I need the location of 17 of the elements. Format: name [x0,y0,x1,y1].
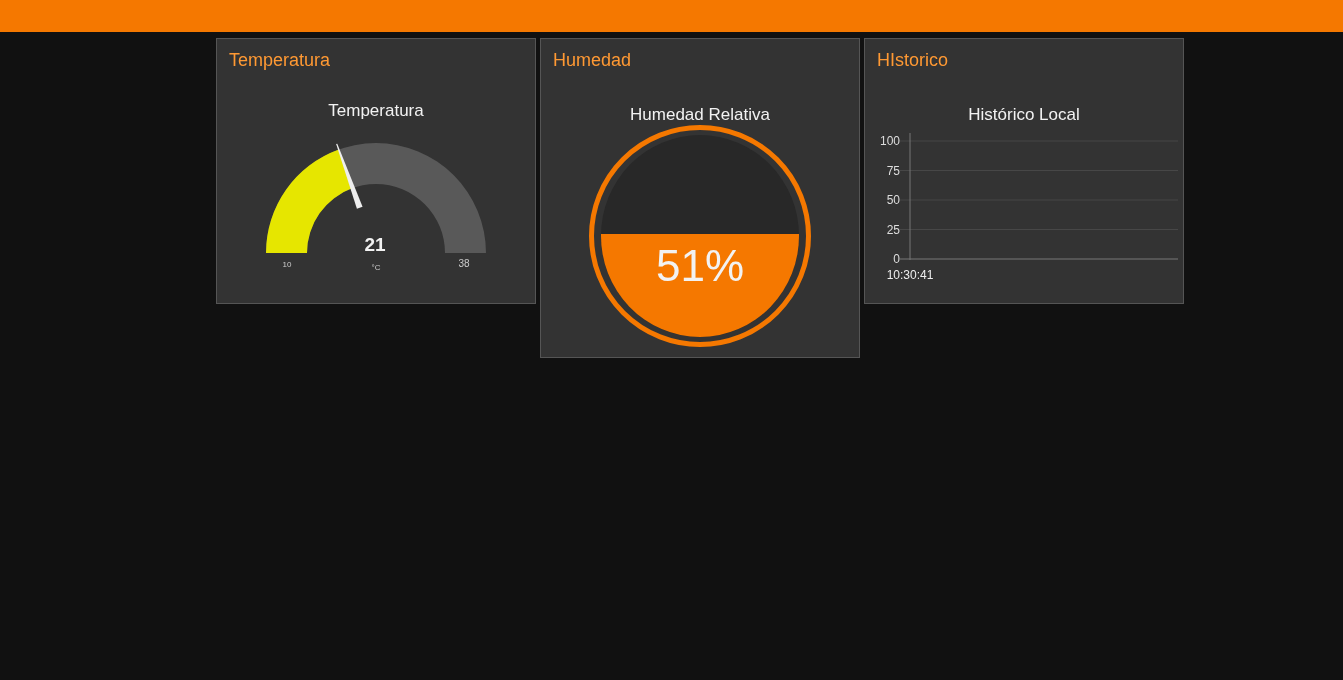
gauge-label: Humedad Relativa [630,105,770,124]
y-tick-label: 50 [886,193,900,207]
card-title: HIstorico [877,50,948,70]
gauge-min-label: 10 [282,260,292,269]
y-tick-label: 75 [886,163,900,178]
liquid-reading: 51% [655,241,745,290]
y-tick-label: 25 [886,222,900,237]
gauge-value: 21 [364,234,386,255]
x-tick-label: 10:30:41 [886,268,934,282]
gauge-max-label: 38 [458,258,470,269]
y-tick-label: 100 [879,134,900,148]
y-tick-label: 0 [893,252,900,266]
chart-title: Histórico Local [968,105,1080,124]
card-title: Temperatura [229,50,331,70]
card-title: Humedad [553,50,632,70]
gauge-label: Temperatura [328,101,424,120]
gauge-units: °C [371,263,381,272]
